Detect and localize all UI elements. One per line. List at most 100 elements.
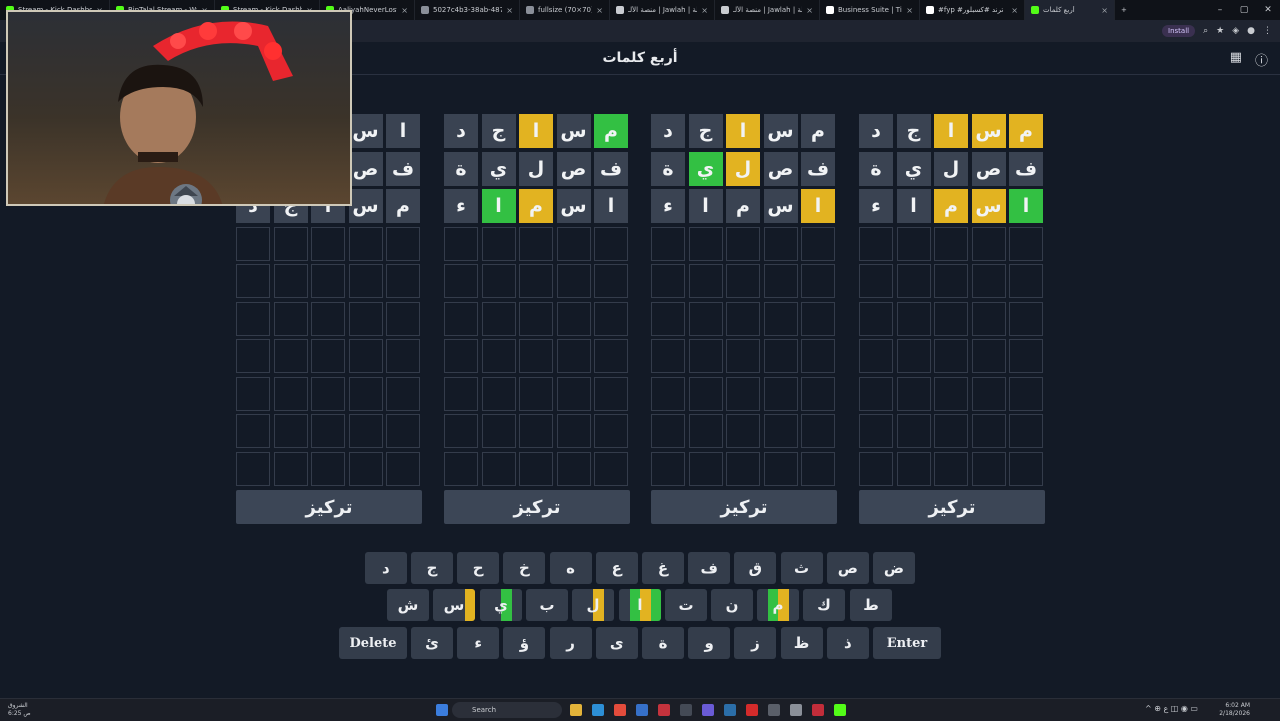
key-10[interactable]: ط	[850, 589, 892, 621]
taskbar-search[interactable]: Search	[452, 702, 562, 718]
close-tab-icon[interactable]: ×	[592, 6, 603, 15]
key-11[interactable]: د	[364, 552, 407, 584]
key-0[interactable]: ئ	[411, 627, 453, 659]
taskbar-clock[interactable]: 6:02 AM 2/18/2026	[1219, 702, 1250, 718]
extension-icon[interactable]: ◈	[1232, 26, 1239, 36]
browser-tab[interactable]: منصة الألـ | Jawlah | جولة×	[610, 0, 715, 20]
file-explorer-icon[interactable]	[570, 704, 582, 716]
key-3[interactable]: ر	[549, 627, 592, 659]
weather-widget[interactable]: الشروق ص 6:25	[8, 702, 31, 718]
focus-button[interactable]: تركيز	[859, 490, 1045, 524]
key-4[interactable]: ى	[595, 627, 638, 659]
start-icon[interactable]	[436, 704, 448, 716]
key-7[interactable]: ز	[734, 627, 777, 659]
key-label: ة	[658, 634, 668, 652]
empty-tile	[971, 339, 1006, 373]
empty-tile	[594, 414, 628, 448]
key-3[interactable]: ق	[734, 552, 777, 584]
key-5[interactable]: ا	[619, 589, 661, 621]
close-tab-icon[interactable]: ×	[397, 6, 408, 15]
key-8[interactable]: م	[757, 589, 799, 621]
empty-tile	[594, 339, 628, 373]
key-5[interactable]: ة	[642, 627, 684, 659]
key-1[interactable]: ء	[457, 627, 500, 659]
zoom-icon[interactable]: ⌕	[1203, 26, 1208, 36]
letter-tile: م	[1009, 114, 1043, 148]
calendar-icon[interactable]: ▦	[1230, 50, 1242, 65]
obs-icon[interactable]	[746, 704, 758, 716]
key-1[interactable]: ص	[826, 552, 869, 584]
close-tab-icon[interactable]: ×	[802, 6, 813, 15]
app-icon[interactable]	[680, 704, 692, 716]
store-icon[interactable]	[636, 704, 648, 716]
key-3[interactable]: ب	[526, 589, 568, 621]
profile-icon[interactable]: ●	[1247, 26, 1255, 36]
app-icon[interactable]	[812, 704, 824, 716]
maximize-button[interactable]: ▢	[1232, 0, 1256, 20]
steam-icon[interactable]	[724, 704, 736, 716]
key-4[interactable]: ف	[688, 552, 731, 584]
close-tab-icon[interactable]: ×	[902, 6, 913, 15]
key-7[interactable]: ه	[549, 552, 592, 584]
key-6[interactable]: ت	[665, 589, 707, 621]
focus-button[interactable]: تركيز	[444, 490, 630, 524]
browser-tab[interactable]: 5027c4b3-38ab-4874-8cb...×	[415, 0, 520, 20]
letter-tile: ل	[519, 151, 553, 186]
key-5[interactable]: غ	[642, 552, 684, 584]
delete-key[interactable]: Delete	[339, 627, 407, 659]
app-icon[interactable]	[768, 704, 780, 716]
key-9[interactable]: ح	[457, 552, 500, 584]
letter-tile: ا	[934, 114, 968, 148]
key-2[interactable]: ي	[480, 589, 522, 621]
key-2[interactable]: ؤ	[503, 627, 546, 659]
key-9[interactable]: ذ	[826, 627, 869, 659]
browser-tab[interactable]: #fyp #ترند #كسبلور ×	[920, 0, 1025, 20]
close-tab-icon[interactable]: ×	[1097, 6, 1108, 15]
key-8[interactable]: خ	[503, 552, 546, 584]
empty-tile	[236, 451, 270, 486]
browser-tab[interactable]: منصة الألـ | Jawlah | جولة×	[715, 0, 820, 20]
key-0[interactable]: ض	[873, 552, 915, 584]
system-tray[interactable]: ^ ⊕ ع ◫ ◉ ▭	[1145, 704, 1198, 713]
settings-icon[interactable]	[790, 704, 802, 716]
empty-tile	[444, 226, 478, 261]
browser-tab[interactable]: fullsize (70×70) ×	[520, 0, 610, 20]
key-10[interactable]: ج	[411, 552, 453, 584]
focus-label: تركيز	[305, 496, 353, 518]
empty-tile	[481, 451, 516, 486]
empty-tile	[556, 414, 591, 448]
minimize-button[interactable]: –	[1208, 0, 1232, 20]
close-tab-icon[interactable]: ×	[697, 6, 708, 15]
kick-icon[interactable]	[834, 704, 846, 716]
key-2[interactable]: ث	[780, 552, 823, 584]
new-tab-button[interactable]: +	[1115, 0, 1133, 20]
key-0[interactable]: ش	[387, 589, 429, 621]
key-9[interactable]: ك	[803, 589, 845, 621]
key-8[interactable]: ظ	[780, 627, 823, 659]
key-4[interactable]: ل	[572, 589, 614, 621]
info-icon[interactable]: ⓘ	[1255, 50, 1268, 69]
focus-button[interactable]: تركيز	[236, 490, 422, 524]
key-6[interactable]: و	[688, 627, 731, 659]
empty-tile	[726, 301, 760, 336]
focus-button[interactable]: تركيز	[651, 490, 837, 524]
key-label: ا	[637, 596, 643, 614]
key-1[interactable]: س	[433, 589, 475, 621]
key-7[interactable]: ن	[711, 589, 753, 621]
browser-tab[interactable]: Business Suite | TikTok×	[820, 0, 920, 20]
letter-tile: ء	[859, 189, 893, 223]
close-tab-icon[interactable]: ×	[502, 6, 513, 15]
bookmark-star-icon[interactable]: ★	[1216, 26, 1224, 36]
edge-icon[interactable]	[592, 704, 604, 716]
close-window-button[interactable]: ✕	[1256, 0, 1280, 20]
install-app-button[interactable]: Install	[1162, 25, 1196, 37]
menu-icon[interactable]: ⋮	[1263, 26, 1272, 36]
chrome-icon[interactable]	[614, 704, 626, 716]
app-icon[interactable]	[658, 704, 670, 716]
discord-icon[interactable]	[702, 704, 714, 716]
browser-tab[interactable]: أربع كلمات ×	[1025, 0, 1115, 20]
key-label: ح	[472, 559, 484, 577]
close-tab-icon[interactable]: ×	[1007, 6, 1018, 15]
enter-key[interactable]: Enter	[873, 627, 941, 659]
key-6[interactable]: ع	[595, 552, 638, 584]
